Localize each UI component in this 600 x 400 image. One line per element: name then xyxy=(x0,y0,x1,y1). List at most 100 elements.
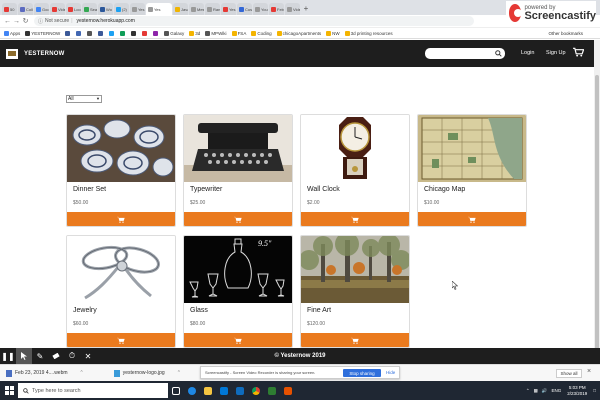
close-downloads-icon[interactable]: × xyxy=(587,368,591,375)
pause-icon[interactable]: ❚❚ xyxy=(0,348,16,364)
category-filter-select[interactable]: All ▼ xyxy=(66,95,102,103)
fine-art-photo[interactable] xyxy=(301,236,409,303)
back-icon[interactable]: ← xyxy=(3,18,12,25)
glass-photo[interactable]: 9.5" xyxy=(184,236,292,303)
product-name[interactable]: Dinner Set xyxy=(73,186,106,193)
taskbar-search-input[interactable]: Type here to search xyxy=(18,383,168,398)
bookmark-item[interactable] xyxy=(131,30,137,36)
typewriter-photo[interactable] xyxy=(184,115,292,182)
tray-up-arrow-icon[interactable]: ⌃ xyxy=(526,388,530,394)
browser-tab[interactable]: Feb xyxy=(269,3,284,15)
bookmark-item[interactable]: 3d xyxy=(189,30,200,36)
close-icon[interactable]: ✕ xyxy=(80,348,96,364)
app-icon[interactable] xyxy=(280,381,296,400)
pointer-icon[interactable] xyxy=(16,348,32,364)
clock[interactable]: 5:03 PM 2/23/2019 xyxy=(567,385,587,397)
browser-tab[interactable]: Vide xyxy=(285,3,300,15)
jewelry-photo[interactable] xyxy=(67,236,175,303)
bookmark-item[interactable]: 3d printing resources xyxy=(344,30,393,36)
browser-tab[interactable]: Yes xyxy=(130,3,145,15)
bookmark-item[interactable] xyxy=(87,30,93,36)
product-card[interactable]: Wall Clock $2.00 xyxy=(300,114,410,227)
bookmark-item[interactable]: MPWiki xyxy=(205,30,227,36)
timer-icon[interactable]: ⏱ xyxy=(64,348,80,364)
add-to-cart-button[interactable] xyxy=(67,212,175,226)
chrome-icon[interactable] xyxy=(248,381,264,400)
task-view-icon[interactable] xyxy=(168,381,184,400)
app-icon[interactable] xyxy=(264,381,280,400)
browser-tab[interactable]: Mes xyxy=(189,3,204,15)
browser-tab[interactable]: Wo xyxy=(98,3,113,15)
product-card[interactable]: 9.5" Glass $80.00 xyxy=(183,235,293,348)
bookmark-item[interactable]: Apps xyxy=(4,30,20,36)
bookmark-item[interactable]: FSA xyxy=(231,30,246,36)
bookmark-item[interactable] xyxy=(153,30,159,36)
product-name[interactable]: Jewelry xyxy=(73,307,97,314)
mail-icon[interactable] xyxy=(232,381,248,400)
browser-tab[interactable]: Coll xyxy=(18,3,33,15)
browser-tab[interactable]: Sea xyxy=(82,3,97,15)
product-name[interactable]: Wall Clock xyxy=(307,186,340,193)
eraser-icon[interactable] xyxy=(48,348,64,364)
browser-tab[interactable]: Java xyxy=(173,3,188,15)
browser-tab[interactable]: (2) xyxy=(114,3,129,15)
volume-icon[interactable]: 🔊 xyxy=(542,388,548,394)
browser-tab[interactable]: Cus xyxy=(237,3,252,15)
bookmark-item[interactable]: chicagoApartments xyxy=(276,30,321,36)
url-input[interactable]: ⓘ Not secure | yesternow.herokuapp.com xyxy=(34,16,474,26)
add-to-cart-button[interactable] xyxy=(184,212,292,226)
windows-start-icon[interactable] xyxy=(0,381,18,400)
product-card[interactable]: Fine Art $120.00 xyxy=(300,235,410,348)
wall-clock-photo[interactable] xyxy=(301,115,409,182)
hide-button[interactable]: Hide xyxy=(386,370,395,375)
browser-tab[interactable]: Goo xyxy=(34,3,49,15)
browser-tab[interactable]: Yes xyxy=(221,3,236,15)
product-card[interactable]: Dinner Set $50.00 xyxy=(66,114,176,227)
product-name[interactable]: Chicago Map xyxy=(424,186,465,193)
download-item[interactable]: Feb 23, 2019 4....webm ⌃ xyxy=(6,369,84,377)
store-icon[interactable] xyxy=(216,381,232,400)
bookmark-item[interactable]: YESTERNOW xyxy=(25,30,60,36)
stop-sharing-button[interactable]: Stop sharing xyxy=(343,369,381,377)
page-scrollbar[interactable] xyxy=(594,40,600,355)
product-name[interactable]: Fine Art xyxy=(307,307,331,314)
add-to-cart-button[interactable] xyxy=(301,333,409,347)
login-link[interactable]: Login xyxy=(521,50,534,56)
bookmark-item[interactable] xyxy=(109,30,115,36)
info-icon[interactable]: ⓘ xyxy=(38,18,43,25)
browser-tab[interactable]: Ran xyxy=(205,3,220,15)
bookmark-item[interactable] xyxy=(120,30,126,36)
chevron-up-icon[interactable]: ⌃ xyxy=(80,370,84,376)
network-icon[interactable]: ▩ xyxy=(534,388,538,394)
browser-tab[interactable]: Loo xyxy=(66,3,81,15)
bookmark-item[interactable] xyxy=(142,30,148,36)
product-card[interactable]: Typewriter $25.00 xyxy=(183,114,293,227)
bookmark-item[interactable]: Coding xyxy=(251,30,272,36)
signup-link[interactable]: Sign Up xyxy=(546,50,566,56)
download-item[interactable]: yesternow-logo.jpg ⌃ xyxy=(113,369,181,377)
product-card[interactable]: Chicago Map $10.00 xyxy=(417,114,527,227)
language-indicator[interactable]: ENG xyxy=(551,388,561,393)
add-to-cart-button[interactable] xyxy=(418,212,526,226)
bookmark-item[interactable] xyxy=(65,30,71,36)
add-to-cart-button[interactable] xyxy=(184,333,292,347)
product-name[interactable]: Glass xyxy=(190,307,208,314)
bookmark-item[interactable] xyxy=(98,30,104,36)
search-icon[interactable] xyxy=(492,48,504,59)
other-bookmarks[interactable]: Other bookmarks xyxy=(548,31,583,36)
add-to-cart-button[interactable] xyxy=(67,333,175,347)
forward-icon[interactable]: → xyxy=(12,18,21,25)
bookmark-item[interactable]: NW xyxy=(326,30,340,36)
product-name[interactable]: Typewriter xyxy=(190,186,222,193)
chevron-up-icon[interactable]: ⌃ xyxy=(177,370,181,376)
pen-icon[interactable]: ✎ xyxy=(32,348,48,364)
reload-icon[interactable]: ↻ xyxy=(21,17,30,25)
bookmark-item[interactable] xyxy=(76,30,82,36)
edge-icon[interactable] xyxy=(184,381,200,400)
browser-tab[interactable]: Vide xyxy=(50,3,65,15)
product-card[interactable]: Jewelry $60.00 xyxy=(66,235,176,348)
notification-icon[interactable]: □ xyxy=(593,388,596,393)
browser-tab[interactable]: You xyxy=(253,3,268,15)
new-tab-button[interactable]: + xyxy=(301,3,311,15)
show-all-button[interactable]: Show all xyxy=(556,369,582,378)
